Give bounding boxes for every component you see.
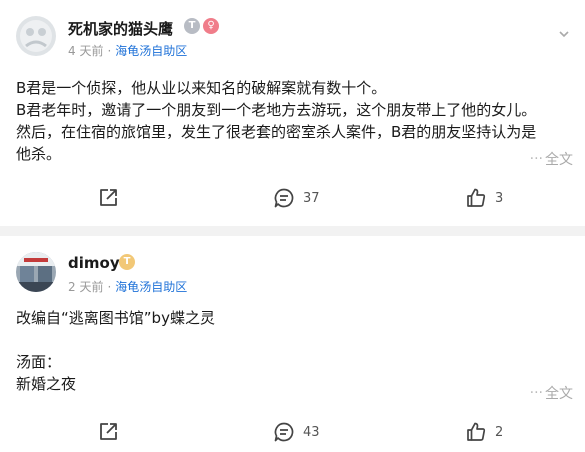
comment-button[interactable]: 37	[273, 184, 320, 212]
level-badge-icon: T	[119, 254, 135, 270]
post-time: 2 天前	[68, 280, 104, 294]
thumbs-up-icon	[467, 188, 486, 207]
body-line: 改编自“逃离图书馆”by蝶之灵	[16, 309, 215, 327]
level-badge-icon: T	[184, 18, 200, 34]
like-button[interactable]: 2	[465, 418, 503, 446]
avatar[interactable]	[16, 16, 56, 56]
share-icon	[100, 189, 117, 206]
post-meta: 2 天前 · 海龟汤自助区	[68, 280, 188, 294]
comment-button[interactable]: 43	[273, 418, 320, 446]
forum-link[interactable]: 海龟汤自助区	[115, 280, 187, 294]
expand-full-text-link[interactable]: ··· 全文	[530, 149, 573, 169]
forum-link[interactable]: 海龟汤自助区	[115, 44, 187, 58]
body-line: 汤面：	[16, 353, 62, 371]
share-button[interactable]	[97, 184, 119, 212]
body-line: B君是一个侦探，他从业以来知名的破解案就有数十个。	[16, 79, 387, 97]
body-line: B君老年时，邀请了一个朋友到一个老地方去游玩，这个朋友带上了他的女儿。	[16, 101, 537, 119]
post-card[interactable]: dimoy T 2 天前 · 海龟汤自助区 改编自“逃离图书馆”by蝶之灵 汤面： …	[0, 236, 585, 452]
body-line: 新婚之夜	[16, 375, 77, 393]
like-count: 2	[495, 424, 504, 440]
post-body[interactable]: B君是一个侦探，他从业以来知名的破解案就有数十个。 B君老年时，邀请了一个朋友到…	[16, 77, 576, 165]
expand-full-text-link[interactable]: ··· 全文	[530, 383, 573, 403]
gender-badge-icon: ♀	[203, 18, 219, 34]
body-line: 他杀。	[16, 145, 62, 163]
share-icon	[100, 423, 117, 440]
comment-icon	[274, 188, 294, 208]
post-meta: 4 天前 · 海龟汤自助区	[68, 44, 188, 58]
post-time: 4 天前	[68, 44, 104, 58]
avatar[interactable]	[16, 252, 56, 292]
action-bar: 43 2	[0, 418, 585, 446]
comment-icon	[274, 422, 294, 442]
share-button[interactable]	[97, 418, 119, 446]
action-bar: 37 3	[0, 184, 585, 212]
author-name[interactable]: dimoy	[68, 254, 120, 272]
body-line: 然后，在住宿的旅馆里，发生了很老套的密室杀人案件，B君的朋友坚持认为是	[16, 123, 537, 141]
fulltext-label: 全文	[545, 152, 573, 168]
body-line	[16, 329, 576, 351]
more-icon[interactable]	[557, 26, 571, 45]
post-body[interactable]: 改编自“逃离图书馆”by蝶之灵 汤面： 新婚之夜	[16, 307, 576, 395]
like-count: 3	[495, 190, 504, 206]
thumbs-up-icon	[467, 422, 486, 441]
author-name[interactable]: 死机家的猫头鹰	[68, 18, 173, 39]
user-badges: T ♀	[184, 18, 219, 34]
comment-count: 43	[303, 424, 320, 440]
user-badges: T	[119, 254, 135, 270]
post-card[interactable]: 死机家的猫头鹰 T ♀ 4 天前 · 海龟汤自助区 B君是一个侦探，他从业以来知名的…	[0, 0, 585, 226]
comment-count: 37	[303, 190, 320, 206]
fulltext-label: 全文	[545, 386, 573, 402]
like-button[interactable]: 3	[465, 184, 503, 212]
post-divider	[0, 226, 585, 236]
